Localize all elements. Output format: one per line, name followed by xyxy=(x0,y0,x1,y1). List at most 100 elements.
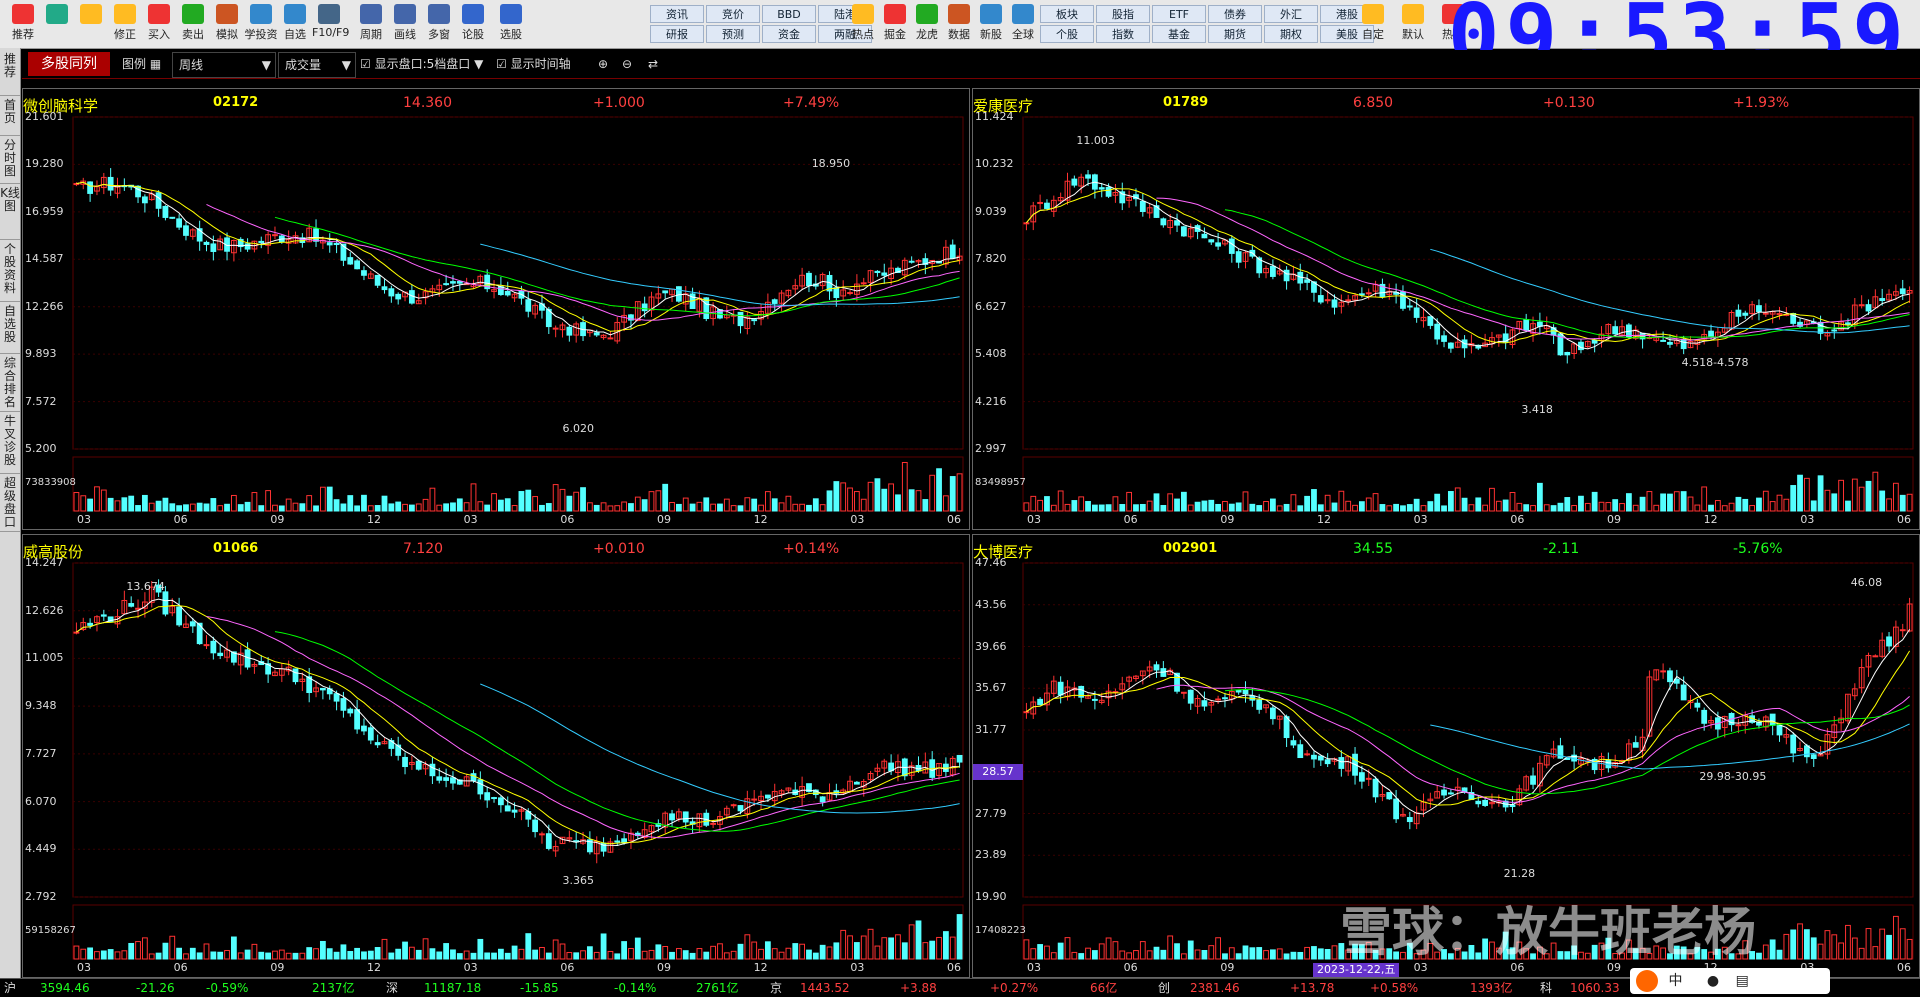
candle xyxy=(867,269,874,293)
kline-chart[interactable] xyxy=(23,89,969,529)
volume-bar xyxy=(1208,945,1215,960)
volume-bar xyxy=(1283,503,1290,512)
checkbox[interactable]: ☑ xyxy=(496,57,507,71)
period-select[interactable]: 周线 ▼ xyxy=(172,52,276,78)
swap-icon[interactable]: ⇄ xyxy=(648,52,658,76)
sidebar-item[interactable]: 自选股 xyxy=(0,302,20,354)
tab-multi-stock[interactable]: 多股同列 xyxy=(28,52,110,76)
sidebar-item[interactable]: 个股资料 xyxy=(0,240,20,302)
toolbar-cell[interactable]: 板块 xyxy=(1040,5,1094,23)
hammer-button[interactable]: 模拟 xyxy=(210,4,244,46)
volume-bar xyxy=(1304,495,1311,512)
sidebar-item[interactable]: 牛叉诊股 xyxy=(0,412,20,474)
candle xyxy=(1523,313,1530,333)
new-button[interactable]: 新股 xyxy=(974,4,1008,46)
sogou-icon xyxy=(1636,970,1658,992)
volume-bar xyxy=(860,935,867,960)
kline-chart[interactable] xyxy=(973,89,1919,529)
volume-bar xyxy=(634,496,641,512)
toolbar-cell[interactable]: 基金 xyxy=(1152,25,1206,43)
volume-bar xyxy=(723,498,730,512)
sidebar-item[interactable]: 综合排名 xyxy=(0,354,20,412)
sidebar-item[interactable]: 首页 xyxy=(0,96,20,136)
ime-toolbar[interactable]: 中 ● ▤ xyxy=(1630,968,1830,994)
toolbar-cell[interactable]: 指数 xyxy=(1096,25,1150,43)
target-button[interactable]: 选股 xyxy=(494,4,528,46)
updown-button[interactable]: 修正 xyxy=(108,4,142,46)
toolbar-cell[interactable]: 资金 xyxy=(762,25,816,43)
globe-button[interactable]: 全球 xyxy=(1006,4,1040,46)
chat-button[interactable] xyxy=(40,4,74,46)
layout-button[interactable]: 图例 ▦ xyxy=(122,52,161,76)
volume-bar xyxy=(1023,939,1030,960)
sidebar-item[interactable]: 分时图 xyxy=(0,136,20,184)
ma-line xyxy=(1430,723,1910,770)
volume-bar xyxy=(326,486,333,512)
volume-bar xyxy=(696,501,703,512)
volume-bar xyxy=(1612,499,1619,512)
home-button[interactable]: 自选 xyxy=(278,4,312,46)
candle xyxy=(1112,183,1119,203)
hot-icon xyxy=(852,4,874,24)
zoom-in-icon[interactable]: ⊕ xyxy=(598,52,608,76)
pencil-button[interactable]: 画线 xyxy=(388,4,422,46)
show-depth-option[interactable]: ☑ 显示盘口:5档盘口 ▼ xyxy=(360,52,483,76)
toolbar-cell[interactable]: BBD xyxy=(762,5,816,23)
toolbar-cell[interactable]: 个股 xyxy=(1040,25,1094,43)
stock-chart-panel[interactable]: 爱康医疗 01789 6.850 +0.130 +1.93% 11.424 10.232 9.… xyxy=(972,88,1920,530)
index-quote: 3594.46 xyxy=(40,981,90,995)
volume-bar xyxy=(586,502,593,512)
windows-button[interactable]: 多窗 xyxy=(422,4,456,46)
toolbar-cell[interactable]: 预测 xyxy=(706,25,760,43)
candle xyxy=(1447,789,1454,795)
house-button[interactable]: 默认 xyxy=(1396,4,1430,46)
sidebar-item[interactable]: K线图 xyxy=(0,184,20,240)
sell-button[interactable]: 卖出 xyxy=(176,4,210,46)
sell-icon xyxy=(182,4,204,24)
toolbar-cell[interactable]: ETF xyxy=(1152,5,1206,23)
back-arrow-button[interactable] xyxy=(74,4,108,46)
buy-button[interactable]: 买入 xyxy=(142,4,176,46)
toolbar-cell[interactable]: 债券 xyxy=(1208,5,1262,23)
volume-bar xyxy=(819,944,826,960)
kline-chart[interactable] xyxy=(23,535,969,977)
toolbar-cell[interactable]: 竞价 xyxy=(706,5,760,23)
show-time-axis-option[interactable]: ☑ 显示时间轴 xyxy=(496,52,571,76)
volume-bar xyxy=(580,487,586,512)
clock-button[interactable]: 周期 xyxy=(354,4,388,46)
sidebar: 推荐 首页 分时图 K线图 个股资料 自选股 综合排名 牛叉诊股 超级盘口 xyxy=(0,48,21,978)
toolbar-cell[interactable]: 研报 xyxy=(650,25,704,43)
candle xyxy=(915,259,922,268)
toolbar-cell[interactable]: 期货 xyxy=(1208,25,1262,43)
volume-bar xyxy=(867,481,874,512)
toolbar-cell[interactable]: 期权 xyxy=(1264,25,1318,43)
f10-button[interactable]: F10/F9 xyxy=(312,4,349,46)
custom-button[interactable]: 自定 xyxy=(1356,4,1390,46)
stock-chart-panel[interactable]: 微创脑科学 02172 14.360 +1.000 +7.49% 21.601 19.280… xyxy=(22,88,970,530)
y-axis-tick: 2.792 xyxy=(25,890,57,903)
sidebar-item[interactable]: 推荐 xyxy=(0,50,20,96)
x-axis-tick: 12 xyxy=(753,513,768,526)
toolbar-label: 默认 xyxy=(1402,28,1424,41)
toolbar-cell[interactable]: 资讯 xyxy=(650,5,704,23)
indicator-select[interactable]: 成交量 ▼ xyxy=(278,52,356,78)
dragon-button[interactable]: 龙虎 xyxy=(910,4,944,46)
gold-button[interactable]: 掘金 xyxy=(878,4,912,46)
candle xyxy=(381,279,388,294)
candle xyxy=(73,622,80,635)
school-button[interactable]: 学投资 xyxy=(244,4,278,46)
sidebar-item[interactable]: 超级盘口 xyxy=(0,474,20,532)
forum-button[interactable]: 论股 xyxy=(456,4,490,46)
volume-bar xyxy=(764,491,771,512)
pe-button[interactable]: 数据 xyxy=(942,4,976,46)
toolbar-cell[interactable]: 外汇 xyxy=(1264,5,1318,23)
candle xyxy=(1797,318,1803,329)
stock-chart-panel[interactable]: 威高股份 01066 7.120 +0.010 +0.14% 14.247 12.626 11… xyxy=(22,534,970,978)
checkbox[interactable]: ☑ xyxy=(360,57,371,71)
toolbar-cell[interactable]: 股指 xyxy=(1096,5,1150,23)
hot-button[interactable]: 热点 xyxy=(846,4,880,46)
y-axis-tick: 9.348 xyxy=(25,699,57,713)
zoom-out-icon[interactable]: ⊖ xyxy=(622,52,632,76)
grid-button[interactable]: 推荐 xyxy=(6,4,40,46)
volume-bar xyxy=(1817,475,1824,512)
